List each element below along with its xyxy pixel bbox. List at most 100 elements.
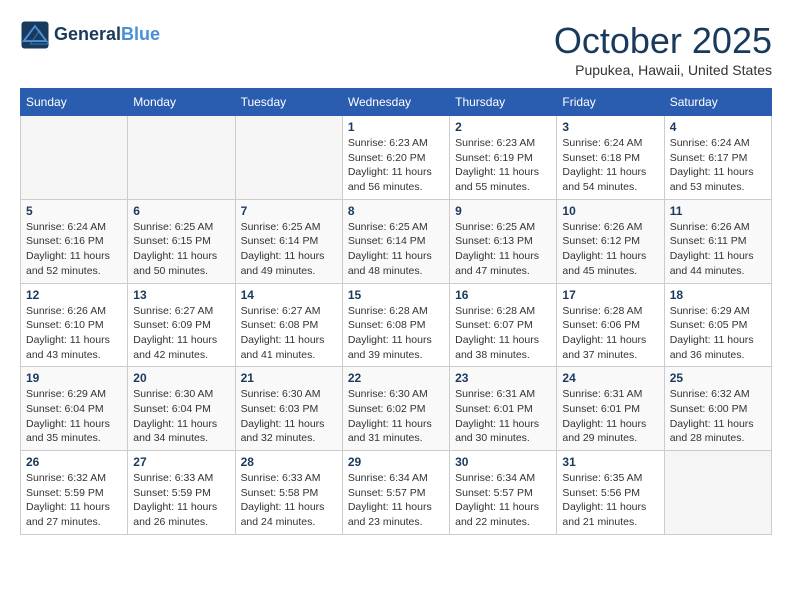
calendar-cell: 20 Sunrise: 6:30 AM Sunset: 6:04 PM Dayli… [128,367,235,451]
calendar-cell: 24 Sunrise: 6:31 AM Sunset: 6:01 PM Dayli… [557,367,664,451]
weekday-header: Wednesday [342,89,449,116]
calendar-week-row: 12Sunrise: 6:26 AM Sunset: 6:10 PM Dayli… [21,283,772,367]
day-info: Sunrise: 6:24 AM Sunset: 6:18 PM Dayligh… [562,136,658,195]
day-number: 18 [670,288,766,302]
weekday-header: Saturday [664,89,771,116]
logo-icon [20,20,50,50]
weekday-header-row: SundayMondayTuesdayWednesdayThursdayFrid… [21,89,772,116]
calendar-cell: 21 Sunrise: 6:30 AM Sunset: 6:03 PM Dayli… [235,367,342,451]
day-number: 29 [348,455,444,469]
calendar-cell: 11 Sunrise: 6:26 AM Sunset: 6:11 PM Dayli… [664,199,771,283]
day-info: Sunrise: 6:32 AM Sunset: 5:59 PM Dayligh… [26,471,122,530]
day-info: Sunrise: 6:27 AM Sunset: 6:09 PM Dayligh… [133,304,229,363]
day-info: Sunrise: 6:33 AM Sunset: 5:59 PM Dayligh… [133,471,229,530]
day-number: 31 [562,455,658,469]
calendar-cell: 6 Sunrise: 6:25 AM Sunset: 6:15 PM Daylig… [128,199,235,283]
weekday-header: Monday [128,89,235,116]
day-info: Sunrise: 6:33 AM Sunset: 5:58 PM Dayligh… [241,471,337,530]
calendar-cell: 16 Sunrise: 6:28 AM Sunset: 6:07 PM Dayli… [450,283,557,367]
calendar-cell: 13 Sunrise: 6:27 AM Sunset: 6:09 PM Dayli… [128,283,235,367]
day-info: Sunrise: 6:23 AM Sunset: 6:19 PM Dayligh… [455,136,551,195]
calendar-cell: 17Sunrise: 6:28 AM Sunset: 6:06 PM Dayli… [557,283,664,367]
calendar-cell [128,116,235,200]
day-info: Sunrise: 6:29 AM Sunset: 6:05 PM Dayligh… [670,304,766,363]
day-number: 21 [241,371,337,385]
calendar-cell: 4 Sunrise: 6:24 AM Sunset: 6:17 PM Daylig… [664,116,771,200]
day-number: 6 [133,204,229,218]
day-info: Sunrise: 6:26 AM Sunset: 6:10 PM Dayligh… [26,304,122,363]
calendar-cell: 14Sunrise: 6:27 AM Sunset: 6:08 PM Dayli… [235,283,342,367]
day-info: Sunrise: 6:31 AM Sunset: 6:01 PM Dayligh… [455,387,551,446]
calendar-cell: 10 Sunrise: 6:26 AM Sunset: 6:12 PM Dayli… [557,199,664,283]
month-title: October 2025 [554,20,772,62]
day-info: Sunrise: 6:25 AM Sunset: 6:14 PM Dayligh… [241,220,337,279]
calendar-cell: 18 Sunrise: 6:29 AM Sunset: 6:05 PM Dayli… [664,283,771,367]
day-number: 28 [241,455,337,469]
day-info: Sunrise: 6:30 AM Sunset: 6:04 PM Dayligh… [133,387,229,446]
calendar-cell: 22 Sunrise: 6:30 AM Sunset: 6:02 PM Dayli… [342,367,449,451]
day-number: 11 [670,204,766,218]
day-number: 23 [455,371,551,385]
day-number: 1 [348,120,444,134]
day-info: Sunrise: 6:31 AM Sunset: 6:01 PM Dayligh… [562,387,658,446]
weekday-header: Tuesday [235,89,342,116]
day-info: Sunrise: 6:32 AM Sunset: 6:00 PM Dayligh… [670,387,766,446]
page-header: GeneralBlue October 2025 Pupukea, Hawaii… [20,20,772,78]
day-info: Sunrise: 6:35 AM Sunset: 5:56 PM Dayligh… [562,471,658,530]
calendar-cell: 5 Sunrise: 6:24 AM Sunset: 6:16 PM Daylig… [21,199,128,283]
calendar-cell [21,116,128,200]
calendar-week-row: 1 Sunrise: 6:23 AM Sunset: 6:20 PM Daylig… [21,116,772,200]
day-number: 3 [562,120,658,134]
day-info: Sunrise: 6:24 AM Sunset: 6:17 PM Dayligh… [670,136,766,195]
calendar-cell [664,451,771,535]
day-number: 15 [348,288,444,302]
day-number: 13 [133,288,229,302]
day-number: 5 [26,204,122,218]
day-number: 10 [562,204,658,218]
weekday-header: Friday [557,89,664,116]
day-number: 25 [670,371,766,385]
calendar-cell: 7 Sunrise: 6:25 AM Sunset: 6:14 PM Daylig… [235,199,342,283]
day-number: 9 [455,204,551,218]
calendar-week-row: 19 Sunrise: 6:29 AM Sunset: 6:04 PM Dayli… [21,367,772,451]
weekday-header: Thursday [450,89,557,116]
calendar-cell: 31 Sunrise: 6:35 AM Sunset: 5:56 PM Dayli… [557,451,664,535]
day-number: 4 [670,120,766,134]
day-number: 27 [133,455,229,469]
day-info: Sunrise: 6:26 AM Sunset: 6:11 PM Dayligh… [670,220,766,279]
day-number: 17 [562,288,658,302]
day-number: 14 [241,288,337,302]
day-number: 8 [348,204,444,218]
calendar-cell: 28 Sunrise: 6:33 AM Sunset: 5:58 PM Dayli… [235,451,342,535]
day-info: Sunrise: 6:23 AM Sunset: 6:20 PM Dayligh… [348,136,444,195]
day-number: 19 [26,371,122,385]
calendar-week-row: 5 Sunrise: 6:24 AM Sunset: 6:16 PM Daylig… [21,199,772,283]
day-number: 26 [26,455,122,469]
calendar-cell: 25 Sunrise: 6:32 AM Sunset: 6:00 PM Dayli… [664,367,771,451]
calendar-cell: 27 Sunrise: 6:33 AM Sunset: 5:59 PM Dayli… [128,451,235,535]
day-number: 16 [455,288,551,302]
day-info: Sunrise: 6:29 AM Sunset: 6:04 PM Dayligh… [26,387,122,446]
day-info: Sunrise: 6:30 AM Sunset: 6:03 PM Dayligh… [241,387,337,446]
calendar-cell: 30 Sunrise: 6:34 AM Sunset: 5:57 PM Dayli… [450,451,557,535]
day-info: Sunrise: 6:25 AM Sunset: 6:15 PM Dayligh… [133,220,229,279]
day-info: Sunrise: 6:26 AM Sunset: 6:12 PM Dayligh… [562,220,658,279]
day-info: Sunrise: 6:28 AM Sunset: 6:07 PM Dayligh… [455,304,551,363]
day-number: 22 [348,371,444,385]
day-info: Sunrise: 6:34 AM Sunset: 5:57 PM Dayligh… [455,471,551,530]
day-info: Sunrise: 6:30 AM Sunset: 6:02 PM Dayligh… [348,387,444,446]
day-info: Sunrise: 6:25 AM Sunset: 6:14 PM Dayligh… [348,220,444,279]
day-number: 24 [562,371,658,385]
logo-text: GeneralBlue [54,25,160,45]
calendar-cell: 26 Sunrise: 6:32 AM Sunset: 5:59 PM Dayli… [21,451,128,535]
day-number: 7 [241,204,337,218]
title-block: October 2025 Pupukea, Hawaii, United Sta… [554,20,772,78]
day-number: 30 [455,455,551,469]
calendar-cell: 8 Sunrise: 6:25 AM Sunset: 6:14 PM Daylig… [342,199,449,283]
calendar-cell: 3 Sunrise: 6:24 AM Sunset: 6:18 PM Daylig… [557,116,664,200]
calendar-cell: 19 Sunrise: 6:29 AM Sunset: 6:04 PM Dayli… [21,367,128,451]
day-info: Sunrise: 6:25 AM Sunset: 6:13 PM Dayligh… [455,220,551,279]
location: Pupukea, Hawaii, United States [554,62,772,78]
day-info: Sunrise: 6:24 AM Sunset: 6:16 PM Dayligh… [26,220,122,279]
day-number: 20 [133,371,229,385]
